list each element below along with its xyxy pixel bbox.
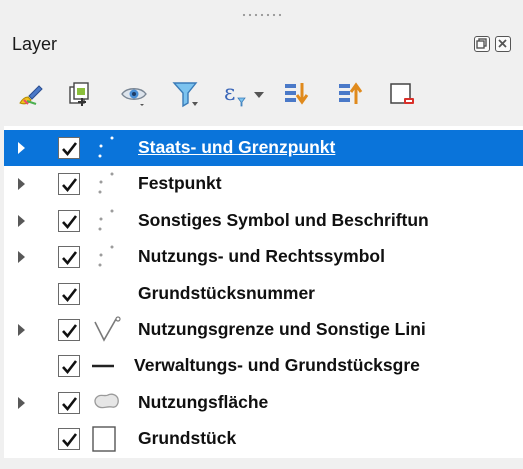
layer-tree: Staats- und Grenzpunkt Festpunkt Sonstiges…	[4, 126, 523, 458]
layer-visibility-checkbox[interactable]	[58, 209, 80, 232]
point-dots-icon	[92, 207, 122, 235]
expand-arrow-icon[interactable]	[18, 142, 25, 154]
layer-label: Sonstiges Symbol und Beschriftun	[138, 209, 429, 230]
polygon-simple-icon	[92, 425, 122, 453]
close-panel-icon[interactable]	[495, 36, 511, 52]
expand-arrow-icon[interactable]	[18, 214, 25, 227]
layer-label: Grundstück	[138, 428, 237, 449]
point-dots-icon	[92, 243, 122, 271]
layer-visibility-checkbox[interactable]	[58, 246, 80, 269]
svg-text:ε: ε	[224, 81, 235, 106]
layer-row[interactable]: Nutzungsfläche	[4, 385, 523, 421]
layer-label: Nutzungsfläche	[138, 391, 269, 412]
layer-row[interactable]: Nutzungs- und Rechtssymbol	[4, 239, 523, 275]
layer-row[interactable]: Verwaltungs- und Grundstücksgre	[4, 348, 523, 384]
add-group-icon[interactable]	[64, 78, 96, 110]
layer-label: Verwaltungs- und Grundstücksgre	[134, 355, 420, 376]
layer-label: Grundstücksnummer	[138, 282, 315, 303]
drag-grip-icon[interactable]	[241, 12, 281, 18]
layer-visibility-checkbox[interactable]	[58, 391, 80, 414]
expand-arrow-icon[interactable]	[18, 324, 25, 336]
line-simple-icon	[86, 352, 122, 380]
layer-label: Staats- und Grenzpunkt	[138, 137, 336, 157]
layer-label: Festpunkt	[138, 173, 222, 194]
layer-visibility-checkbox[interactable]	[58, 319, 80, 341]
layer-row[interactable]: Sonstiges Symbol und Beschriftun	[4, 203, 523, 239]
layer-visibility-checkbox[interactable]	[58, 173, 80, 196]
layer-visibility-checkbox[interactable]	[58, 137, 80, 159]
panel-title-bar: Layer	[0, 28, 523, 62]
filter-icon[interactable]	[170, 78, 202, 110]
line-categorized-icon	[92, 316, 122, 344]
visibility-eye-icon[interactable]	[118, 78, 150, 110]
layer-row[interactable]: Staats- und Grenzpunkt	[4, 130, 523, 166]
expand-arrow-icon[interactable]	[18, 178, 25, 191]
layers-panel: Layer ε Staats- und Grenzpunkt Festpunkt…	[0, 0, 523, 469]
filter-expression-icon[interactable]: ε	[220, 78, 252, 110]
polygon-categorized-icon	[92, 389, 122, 417]
layer-visibility-checkbox[interactable]	[58, 428, 80, 451]
point-dots-icon	[92, 170, 122, 198]
layers-toolbar: ε	[0, 72, 523, 120]
remove-layer-icon[interactable]	[386, 78, 418, 110]
float-window-icon[interactable]	[474, 36, 490, 52]
layer-row[interactable]: Grundstück	[4, 421, 523, 457]
layer-label: Nutzungsgrenze und Sonstige Lini	[138, 319, 426, 339]
expand-arrow-icon[interactable]	[18, 251, 25, 264]
collapse-all-icon[interactable]	[334, 78, 366, 110]
point-dots-icon	[92, 134, 122, 162]
layer-visibility-checkbox[interactable]	[58, 282, 80, 305]
expand-arrow-icon[interactable]	[18, 396, 25, 409]
layer-row[interactable]: Grundstücksnummer	[4, 276, 523, 312]
layer-visibility-checkbox[interactable]	[58, 355, 80, 378]
layer-row[interactable]: Nutzungsgrenze und Sonstige Lini	[4, 312, 523, 348]
expand-all-icon[interactable]	[280, 78, 312, 110]
layer-label: Nutzungs- und Rechtssymbol	[138, 246, 385, 267]
panel-title: Layer	[12, 34, 58, 54]
layer-row[interactable]: Festpunkt	[4, 166, 523, 202]
chevron-down-icon[interactable]	[252, 78, 266, 110]
style-manager-icon[interactable]	[14, 78, 46, 110]
